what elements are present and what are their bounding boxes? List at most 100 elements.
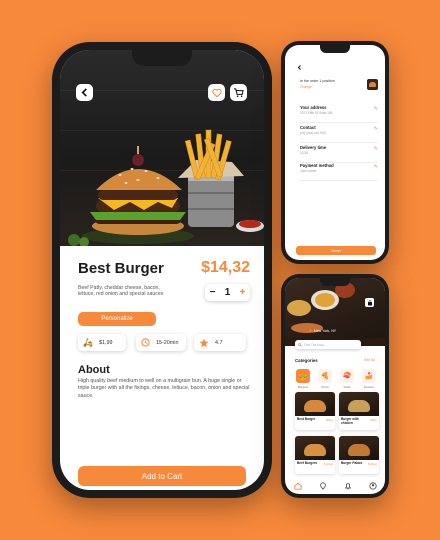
home-phone: ● New York, NY Find Our food... Categori… <box>281 274 389 498</box>
back-icon[interactable] <box>297 65 302 70</box>
food-card-image <box>295 436 335 460</box>
category-burgers[interactable]: 🍔 <box>296 369 310 383</box>
edit-icon[interactable]: ✎ <box>374 106 378 112</box>
shopping-bag-icon <box>367 299 372 305</box>
notch <box>132 50 192 66</box>
row-subtitle: Card online <box>300 169 317 173</box>
home-icon[interactable] <box>293 482 302 490</box>
back-button[interactable] <box>76 84 93 101</box>
food-card[interactable]: Best Burger $8ex <box>295 392 335 430</box>
burger-icon: 🍔 <box>298 373 308 380</box>
decrease-button[interactable]: − <box>210 287 216 298</box>
row-title: Delivery time <box>300 145 327 150</box>
quantity-stepper: − 1 + <box>205 284 250 301</box>
food-card-price: $8ex <box>370 418 377 422</box>
home-cart-button[interactable] <box>365 298 374 307</box>
change-link[interactable]: Change <box>300 85 312 89</box>
food-card-image <box>295 392 335 416</box>
favorite-button[interactable] <box>208 84 225 101</box>
contact-row[interactable]: Contact (xx) (xxx) xxx-XXX ✎ <box>300 125 378 143</box>
shopping-cart-icon <box>233 88 244 97</box>
star-icon <box>199 338 209 347</box>
product-title: Best Burger <box>78 260 164 277</box>
row-subtitle: 2071 Fifth St Suite 106 <box>300 111 333 115</box>
category-label: Pizza <box>321 385 329 389</box>
product-screen: Best Burger $14,32 Beef Patty, cheddar c… <box>60 50 264 490</box>
category-dessert[interactable]: 🍰 <box>362 369 376 383</box>
chevron-left-icon <box>81 88 87 97</box>
delivery-fee-value: $1,99 <box>98 339 113 346</box>
order-position-text: In the order 1 position <box>300 79 335 83</box>
product-hero-image <box>60 50 264 246</box>
see-all-link[interactable]: See All <box>364 358 375 362</box>
heart-icon <box>211 88 222 97</box>
about-heading: About <box>78 364 110 376</box>
notch <box>320 278 350 286</box>
food-card-name: Best Burger <box>297 417 316 421</box>
main-phone: Best Burger $14,32 Beef Patty, cheddar c… <box>52 42 272 498</box>
food-card-name: Burger with chicken <box>341 417 359 425</box>
edit-icon[interactable]: ✎ <box>374 164 378 170</box>
order-thumbnail <box>367 79 378 90</box>
delivery-time-value: 15-20min <box>156 339 179 346</box>
category-label: Sushi <box>343 385 351 389</box>
food-card-price: $ 20ex <box>367 462 377 466</box>
address-row[interactable]: Your address 2071 Fifth St Suite 106 ✎ <box>300 105 378 123</box>
category-label: Burgers <box>297 385 309 389</box>
edit-icon[interactable]: ✎ <box>374 126 378 132</box>
payment-method-row[interactable]: Payment method Card online ✎ <box>300 163 378 181</box>
food-card[interactable]: Burger Palace $ 20ex <box>339 436 379 474</box>
profile-icon[interactable] <box>368 481 377 490</box>
food-card-price: $ 10ex <box>323 462 333 466</box>
home-hero-image <box>285 278 385 346</box>
dessert-icon: 🍰 <box>364 373 374 380</box>
map-pin-icon[interactable] <box>319 481 327 490</box>
search-icon <box>298 342 302 347</box>
location-text: New York, NY <box>314 329 337 333</box>
pizza-icon: 🍕 <box>320 373 330 380</box>
product-description: Beef Patty, cheddar cheese, bacon, lettu… <box>78 285 164 297</box>
food-card-name: Burger Palace <box>341 461 363 465</box>
food-card[interactable]: Burger with chicken $8ex <box>339 392 379 430</box>
food-card-name: Beef Burgers <box>297 461 318 465</box>
burger-and-fries-illustration <box>68 129 264 246</box>
food-card-price: $8ex <box>326 418 333 422</box>
home-screen: ● New York, NY Find Our food... Categori… <box>285 278 385 494</box>
search-input[interactable]: Find Our food... <box>295 340 361 349</box>
bottom-navigation <box>285 477 385 494</box>
food-card[interactable]: Beef Burgers $ 10ex <box>295 436 335 474</box>
clock-icon <box>141 338 150 347</box>
delivery-time-row[interactable]: Delivery time 12:30 ✎ <box>300 145 378 163</box>
location-label[interactable]: ● New York, NY <box>309 328 336 334</box>
rating-chip: 4.7 <box>194 334 246 351</box>
delivery-fee-chip: 🛵 $1,99 <box>78 334 126 351</box>
notch <box>320 45 350 53</box>
category-sushi[interactable]: 🍣 <box>340 369 354 383</box>
row-subtitle: (xx) (xxx) xxx-XXX <box>300 131 327 135</box>
checkout-phone: In the order 1 position Change Your addr… <box>281 41 389 264</box>
food-table-illustration <box>285 282 385 346</box>
row-title: Contact <box>300 125 316 130</box>
food-card-image <box>339 436 379 460</box>
cart-button[interactable] <box>230 84 247 101</box>
category-pizza[interactable]: 🍕 <box>318 369 332 383</box>
checkout-screen: In the order 1 position Change Your addr… <box>285 45 385 260</box>
search-placeholder: Find Our food... <box>304 342 327 347</box>
order-button[interactable]: Order <box>296 246 376 255</box>
row-subtitle: 12:30 <box>300 151 308 155</box>
row-title: Payment method <box>300 163 334 168</box>
quantity-value: 1 <box>224 287 231 298</box>
sushi-icon: 🍣 <box>342 373 352 380</box>
add-to-cart-button[interactable]: Add to Cart <box>78 466 246 486</box>
location-pin-icon: ● <box>309 328 313 334</box>
row-title: Your address <box>300 105 327 110</box>
edit-icon[interactable]: ✎ <box>374 146 378 152</box>
delivery-time-chip: 15-20min <box>136 334 186 351</box>
scooter-icon: 🛵 <box>83 338 93 347</box>
rating-value: 4.7 <box>215 339 223 346</box>
product-price: $14,32 <box>201 259 250 276</box>
personalize-button[interactable]: Personalize <box>78 312 156 326</box>
category-label: Dessert <box>363 385 375 389</box>
bell-icon[interactable] <box>344 482 352 490</box>
increase-button[interactable]: + <box>240 287 246 298</box>
